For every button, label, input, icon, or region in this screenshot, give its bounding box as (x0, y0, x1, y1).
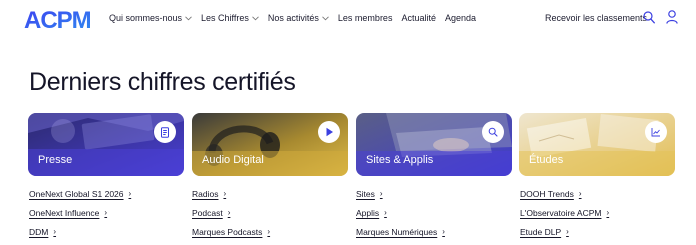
chevron-down-icon (252, 15, 259, 21)
link-radios[interactable]: Radios › (192, 184, 270, 203)
card-title: Presse (38, 154, 73, 166)
card-audio-digital[interactable]: Audio Digital (192, 113, 348, 176)
acpm-logo[interactable]: ACPM (24, 7, 90, 31)
chevron-right-icon: › (223, 189, 227, 198)
link-observatoire-acpm[interactable]: L'Observatoire ACPM › (520, 203, 609, 222)
document-icon (154, 121, 176, 143)
chevron-right-icon: › (53, 227, 57, 236)
link-applis[interactable]: Applis › (356, 203, 445, 222)
card-title: Sites & Applis (366, 154, 434, 166)
chevron-right-icon: › (267, 227, 271, 236)
nav-item-label: Qui sommes-nous (109, 13, 183, 23)
main-nav: Qui sommes-nous Les Chiffres Nos activit… (109, 13, 485, 23)
chevron-down-icon (185, 15, 192, 21)
search-icon (482, 121, 504, 143)
site-header: ACPM Qui sommes-nous Les Chiffres Nos ac… (0, 0, 696, 38)
chevron-right-icon: › (606, 208, 610, 217)
nav-item-agenda[interactable]: Agenda (445, 13, 476, 23)
card-presse[interactable]: Presse (28, 113, 184, 176)
link-onenext-global[interactable]: OneNext Global S1 2026 › (29, 184, 131, 203)
newsletter-link[interactable]: Recevoir les classements (545, 13, 647, 23)
nav-item-label: Les Chiffres (201, 13, 249, 23)
card-etudes[interactable]: Études (519, 113, 675, 176)
page-title: Derniers chiffres certifiés (29, 68, 296, 96)
chevron-right-icon: › (227, 208, 231, 217)
nav-item-les-membres[interactable]: Les membres (338, 13, 393, 23)
chevron-right-icon: › (578, 189, 582, 198)
chart-line-icon (645, 121, 667, 143)
user-icon[interactable] (666, 10, 678, 24)
chevron-right-icon: › (566, 227, 569, 236)
card-title: Études (529, 154, 564, 166)
links-etudes: DOOH Trends › L'Observatoire ACPM › Etude … (520, 184, 609, 241)
nav-item-label: Les membres (337, 13, 393, 23)
link-sites[interactable]: Sites › (356, 184, 445, 203)
search-icon[interactable] (643, 11, 655, 24)
links-audio-digital: Radios › Podcast › Marques Podcasts › (192, 184, 270, 241)
links-sites-applis: Sites › Applis › Marques Numériques › (356, 184, 445, 241)
chevron-right-icon: › (384, 208, 387, 217)
link-etude-dlp[interactable]: Etude DLP › (520, 222, 609, 241)
nav-item-label: Agenda (444, 13, 477, 23)
play-icon (318, 121, 340, 143)
links-presse: OneNext Global S1 2026 › OneNext Influenc… (29, 184, 131, 241)
nav-item-les-chiffres[interactable]: Les Chiffres (201, 13, 259, 23)
link-onenext-influence[interactable]: OneNext Influence › (29, 203, 131, 222)
chevron-right-icon: › (104, 208, 108, 217)
svg-text:ACPM: ACPM (24, 7, 90, 31)
nav-item-nos-activites[interactable]: Nos activités (268, 13, 329, 23)
link-ddm[interactable]: DDM › (29, 222, 131, 241)
nav-item-label: Nos activités (267, 13, 319, 23)
link-marques-numeriques[interactable]: Marques Numériques › (356, 222, 445, 241)
card-title: Audio Digital (202, 154, 264, 166)
chevron-right-icon: › (442, 227, 445, 236)
chevron-right-icon: › (379, 189, 383, 198)
nav-item-qui-sommes-nous[interactable]: Qui sommes-nous (109, 13, 192, 23)
nav-item-actualite[interactable]: Actualité (401, 13, 436, 23)
link-marques-podcasts[interactable]: Marques Podcasts › (192, 222, 270, 241)
link-podcast[interactable]: Podcast › (192, 203, 270, 222)
nav-item-label: Actualité (401, 13, 436, 23)
chevron-down-icon (322, 15, 329, 21)
card-sites-applis[interactable]: Sites & Applis (356, 113, 512, 176)
link-dooh-trends[interactable]: DOOH Trends › (520, 184, 609, 203)
chevron-right-icon: › (128, 189, 132, 198)
